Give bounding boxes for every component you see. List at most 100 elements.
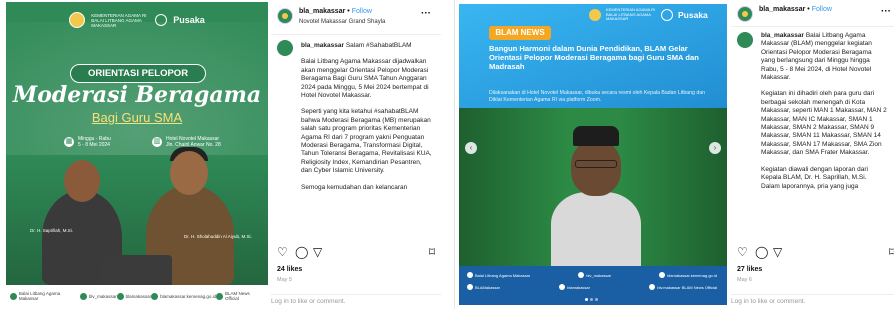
login-prompt[interactable]: Log in to like or comment. xyxy=(731,294,894,310)
caption-paragraph: Semoga kemudahan dan kelancaran xyxy=(301,183,408,191)
username-link[interactable]: bla_makassar xyxy=(299,8,345,15)
post-2-image[interactable]: KEMENTERIAN AGAMA RI BALAI LITBANG AGAMA… xyxy=(459,4,727,305)
username-line: bla_makassar • Follow xyxy=(299,8,372,15)
likes-count[interactable]: 27 likes xyxy=(737,266,762,273)
footer-item: BLAMakassar xyxy=(467,284,500,290)
speaker-2-name: Dr. H. Sholahuddin Al Aiyub, M.Si. xyxy=(184,234,252,239)
carousel-next-icon[interactable]: › xyxy=(709,142,721,154)
carousel-dot xyxy=(590,298,593,301)
comment-icon[interactable]: ◯ xyxy=(755,246,768,258)
date-info: ▦ Minggu - Rabu 5 - 8 Mei 2024 xyxy=(64,136,111,148)
footer-row: BLAMakassar blamakassar blv.makassar BLA… xyxy=(467,284,717,290)
footer-item: blamakassar.kemenag.go.id xyxy=(659,272,717,278)
footer-item: blv_makassar xyxy=(79,292,117,300)
zoom-speaker-photo xyxy=(459,108,727,272)
like-heart-icon[interactable]: ♡ xyxy=(277,246,288,258)
image-logos: KEMENTERIAN AGAMA RI BALAI LITBANG AGAMA… xyxy=(6,12,268,28)
footer-icon xyxy=(116,292,124,300)
poster-title: Moderasi Beragama xyxy=(12,82,262,108)
footer-item: blv_makassar xyxy=(578,272,611,278)
poster-footer: Balai Litbang Agama Makassar blv_makassa… xyxy=(6,285,268,307)
footer-icon xyxy=(151,292,159,300)
news-headline: Bangun Harmoni dalam Dunia Pendidikan, B… xyxy=(489,44,699,71)
speakers-photo: Dr. H. Saprillah, M.Si. Dr. H. Sholahudd… xyxy=(6,147,268,285)
org-logo-text: KEMENTERIAN AGAMA RI BALAI LITBANG AGAMA… xyxy=(91,12,147,28)
avatar[interactable] xyxy=(277,8,293,24)
caption-paragraph: Balai Litbang Agama Makassar dijadwalkan… xyxy=(301,58,429,100)
orientasi-pill: ORIENTASI PELOPOR xyxy=(70,64,206,83)
footer-item: blamakassar xyxy=(116,292,151,300)
login-prompt[interactable]: Log in to like or comment. xyxy=(271,294,441,310)
share-icon[interactable]: ▽ xyxy=(313,246,322,258)
org-logo-text: KEMENTERIAN AGAMA RI BALAI LITBANG AGAMA… xyxy=(606,7,656,21)
caption-avatar[interactable] xyxy=(737,32,753,48)
post-actions: ♡ ◯ ▽ ⌑ xyxy=(277,246,435,260)
post-caption: bla_makassar Balai Litbang Agama Makassa… xyxy=(761,32,887,234)
instagram-post-1: KEMENTERIAN AGAMA RI BALAI LITBANG AGAMA… xyxy=(0,0,444,309)
footer-icon xyxy=(216,292,224,300)
footer-item: blamakassar xyxy=(559,284,590,290)
post-header: bla_makassar • Follow ··· xyxy=(737,4,894,32)
caption-paragraph: Kegiatan diawali dengan laporan dari Kep… xyxy=(761,165,868,190)
location-link[interactable]: Novotel Makassar Grand Shayla xyxy=(299,19,385,25)
more-options-icon[interactable]: ··· xyxy=(421,8,431,19)
post-2-sidebar: bla_makassar • Follow ··· bla_makassar B… xyxy=(731,0,894,309)
building-icon: ▥ xyxy=(152,137,162,147)
footer-item: Balai Litbang Agama Makassar xyxy=(467,272,530,278)
pusaka-brand: Pusaka xyxy=(173,15,205,25)
footer-icon xyxy=(10,292,17,300)
carousel-dot xyxy=(595,298,598,301)
news-subline: Dilaksanakan di Hotel Novotel Makassar, … xyxy=(489,90,705,103)
caption-username[interactable]: bla_makassar xyxy=(301,42,344,49)
likes-count[interactable]: 24 likes xyxy=(277,266,302,273)
blam-news-pill: BLAM NEWS xyxy=(489,26,551,40)
comment-icon[interactable]: ◯ xyxy=(295,246,308,258)
kemenag-logo-icon xyxy=(69,12,86,28)
post-1-sidebar: bla_makassar • Follow Novotel Makassar G… xyxy=(271,0,441,309)
caption-avatar[interactable] xyxy=(277,40,293,56)
footer-item: blv.makassar BLAM News Official xyxy=(649,284,717,290)
carousel-prev-icon[interactable]: ‹ xyxy=(465,142,477,154)
carousel-dot xyxy=(585,298,588,301)
carousel-dots xyxy=(585,298,598,301)
caption-lead: bla_makassar Balai Litbang Agama Makassa… xyxy=(761,32,872,82)
header-divider xyxy=(731,26,894,27)
caption-paragraph: Seperti yang kita ketahui #sahabatBLAM b… xyxy=(301,108,432,175)
post-1-image[interactable]: KEMENTERIAN AGAMA RI BALAI LITBANG AGAMA… xyxy=(6,2,268,307)
header-divider xyxy=(271,34,441,35)
post-date[interactable]: May 5 xyxy=(277,277,292,283)
username-link[interactable]: bla_makassar xyxy=(759,6,805,13)
post-actions: ♡ ◯ ▽ ⌑ xyxy=(737,246,894,260)
poster-subtitle: Bagi Guru SMA xyxy=(91,110,183,125)
bookmark-icon[interactable]: ⌑ xyxy=(889,246,894,258)
more-options-icon[interactable]: ··· xyxy=(881,6,891,17)
follow-button[interactable]: Follow xyxy=(812,6,832,13)
caption-username[interactable]: bla_makassar xyxy=(761,32,804,39)
instagram-post-2: KEMENTERIAN AGAMA RI BALAI LITBANG AGAMA… xyxy=(454,0,894,309)
footer-item: blamakassar.kemenag.go.id xyxy=(151,292,216,300)
pusaka-brand: Pusaka xyxy=(678,9,708,20)
kemenag-logo-icon xyxy=(589,8,601,21)
post-header: bla_makassar • Follow Novotel Makassar G… xyxy=(277,6,437,34)
share-icon[interactable]: ▽ xyxy=(773,246,782,258)
pusaka-logo-icon xyxy=(661,8,673,21)
username-line: bla_makassar • Follow xyxy=(759,6,832,13)
footer-row: Balai Litbang Agama Makassar blv_makassa… xyxy=(467,272,717,278)
pusaka-logo-icon xyxy=(155,14,168,26)
post-date[interactable]: May 6 xyxy=(737,277,752,283)
caption-paragraph: Kegiatan ini dihadiri oleh para guru dar… xyxy=(761,90,887,157)
date-info-text: Minggu - Rabu 5 - 8 Mei 2024 xyxy=(78,136,111,148)
speaker-figure xyxy=(551,126,641,272)
follow-button[interactable]: Follow xyxy=(352,8,372,15)
podium xyxy=(102,255,172,285)
post-caption: bla_makassar Salam #SahabatBLAM Balai Li… xyxy=(301,42,433,240)
bookmark-icon[interactable]: ⌑ xyxy=(429,246,435,258)
speaker-1-name: Dr. H. Saprillah, M.Si. xyxy=(30,228,74,233)
avatar[interactable] xyxy=(737,6,753,22)
footer-item: BLAM News Official xyxy=(216,291,264,301)
footer-icon xyxy=(79,292,87,300)
calendar-icon: ▦ xyxy=(64,137,74,147)
footer-item: Balai Litbang Agama Makassar xyxy=(10,291,80,301)
image-logos: KEMENTERIAN AGAMA RI BALAI LITBANG AGAMA… xyxy=(589,7,708,22)
like-heart-icon[interactable]: ♡ xyxy=(737,246,748,258)
